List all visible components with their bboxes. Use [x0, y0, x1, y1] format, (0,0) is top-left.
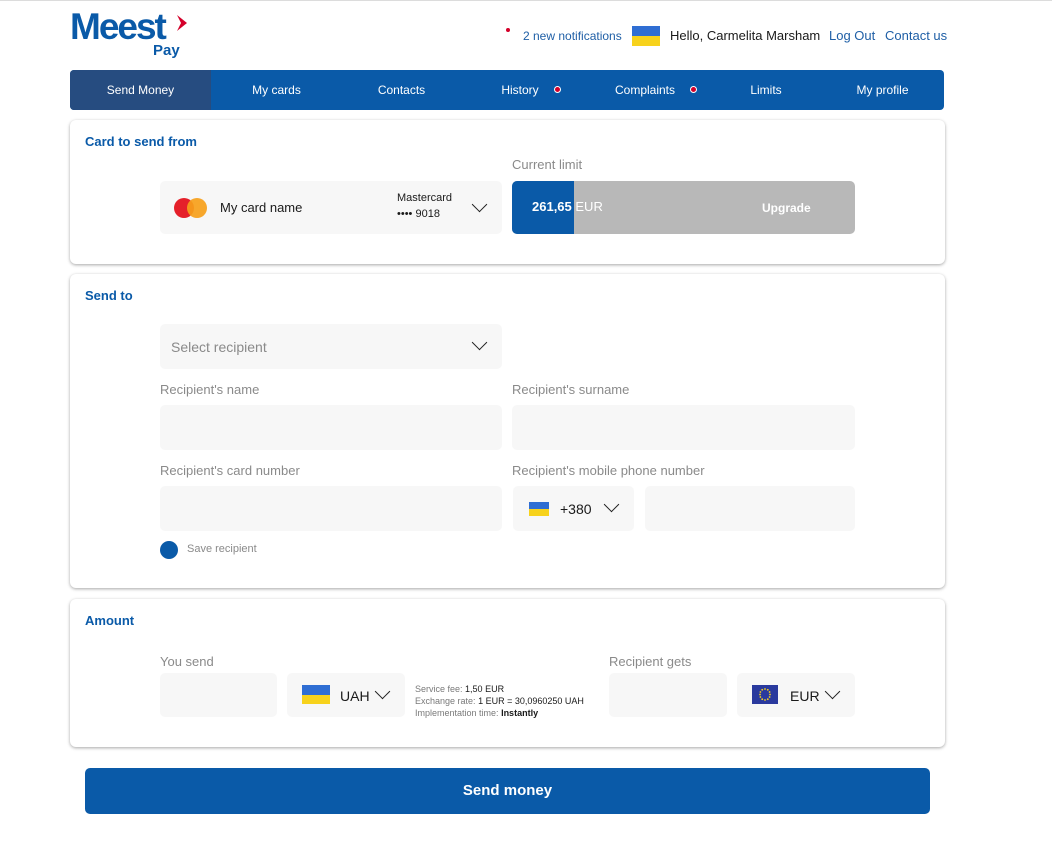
limit-value: 261,65 EUR: [532, 199, 603, 214]
send-currency-select[interactable]: UAH: [287, 673, 405, 717]
recipient-select-placeholder: Select recipient: [171, 339, 267, 355]
main-nav: Send Money My cards Contacts History Com…: [70, 70, 944, 110]
ukraine-flag-icon: [632, 26, 660, 46]
current-limit-label: Current limit: [512, 157, 583, 172]
recipient-gets-label: Recipient gets: [609, 654, 692, 669]
complaints-alert-dot: [690, 86, 697, 93]
user-greeting: Hello, Carmelita Marsham: [670, 28, 821, 43]
rate-label: Exchange rate:: [415, 696, 476, 706]
phone-code: +380: [560, 501, 592, 517]
card-brand: Mastercard: [397, 192, 453, 204]
mastercard-icon: [174, 198, 208, 218]
receive-currency-select[interactable]: EUR: [737, 673, 855, 717]
notification-dot: [506, 28, 510, 32]
meest-pay-logo[interactable]: Meest Pay: [70, 8, 190, 62]
send-currency: UAH: [340, 688, 370, 704]
recipient-phone-input[interactable]: [645, 486, 855, 531]
rate-value: 1 EUR = 30,0960250 UAH: [478, 696, 584, 706]
ukraine-flag-icon: [302, 685, 330, 704]
top-divider: [0, 0, 1052, 1]
send-money-button[interactable]: Send money: [85, 768, 930, 814]
logo-sub-text: Pay: [153, 42, 180, 59]
recipient-name-label: Recipient's name: [160, 382, 260, 397]
nav-send-money[interactable]: Send Money: [70, 70, 211, 110]
ukraine-flag-icon: [529, 502, 549, 516]
nav-my-profile[interactable]: My profile: [821, 70, 944, 110]
receive-currency: EUR: [790, 688, 820, 704]
nav-history[interactable]: History: [461, 70, 579, 110]
contact-us-link[interactable]: Contact us: [885, 28, 947, 43]
logo-arrow-icon: [177, 15, 187, 31]
card-selector[interactable]: My card name Mastercard •••• 9018: [160, 181, 502, 234]
chevron-down-icon: [603, 496, 620, 513]
nav-limits[interactable]: Limits: [711, 70, 821, 110]
recipient-phone-label: Recipient's mobile phone number: [512, 463, 705, 478]
chevron-down-icon: [471, 196, 488, 213]
card-from-section: Card to send from My card name Mastercar…: [70, 120, 945, 264]
logo-main-text: Meest: [70, 6, 167, 47]
transfer-info: Service fee: 1,50 EUR Exchange rate: 1 E…: [415, 683, 584, 719]
phone-code-select[interactable]: +380: [513, 486, 634, 531]
you-send-label: You send: [160, 654, 214, 669]
amount-section: Amount You send UAH Service fee: 1,50 EU…: [70, 599, 945, 747]
recipient-card-label: Recipient's card number: [160, 463, 300, 478]
recipient-card-input[interactable]: [160, 486, 502, 531]
send-amount-input[interactable]: [160, 673, 277, 717]
amount-title: Amount: [85, 613, 135, 628]
send-to-title: Send to: [85, 288, 133, 303]
time-value: Instantly: [501, 708, 539, 718]
eu-flag-icon: [752, 685, 778, 704]
save-recipient-label: Save recipient: [187, 543, 257, 555]
receive-amount-input[interactable]: [609, 673, 727, 717]
chevron-down-icon: [471, 334, 488, 351]
card-name: My card name: [220, 200, 303, 215]
card-number: •••• 9018: [397, 208, 440, 220]
limit-bar: 261,65 EUR Upgrade: [512, 181, 855, 234]
recipient-surname-label: Recipient's surname: [512, 382, 630, 397]
save-recipient-toggle[interactable]: [160, 541, 178, 559]
chevron-down-icon: [824, 683, 841, 700]
chevron-down-icon: [374, 683, 391, 700]
notifications-link[interactable]: 2 new notifications: [523, 29, 622, 43]
recipient-surname-input[interactable]: [512, 405, 855, 450]
send-to-section: Send to Select recipient Recipient's nam…: [70, 274, 945, 588]
fee-value: 1,50 EUR: [465, 684, 505, 694]
time-label: Implementation time:: [415, 708, 499, 718]
card-from-title: Card to send from: [85, 134, 197, 149]
nav-my-cards[interactable]: My cards: [211, 70, 342, 110]
upgrade-button[interactable]: Upgrade: [762, 201, 811, 215]
logout-link[interactable]: Log Out: [829, 28, 875, 43]
recipient-select[interactable]: Select recipient: [160, 324, 502, 369]
recipient-name-input[interactable]: [160, 405, 502, 450]
nav-contacts[interactable]: Contacts: [342, 70, 461, 110]
history-alert-dot: [554, 86, 561, 93]
fee-label: Service fee:: [415, 684, 463, 694]
